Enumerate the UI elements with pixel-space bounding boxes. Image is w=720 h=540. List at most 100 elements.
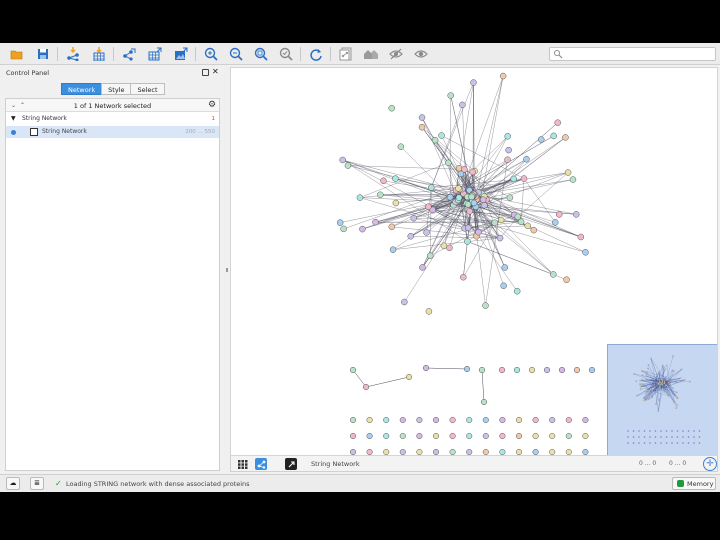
network-node[interactable]: [466, 416, 473, 424]
network-collection-row[interactable]: ▼ String Network 1: [6, 113, 219, 125]
network-node[interactable]: [447, 92, 454, 99]
cloud-icon[interactable]: ☁: [6, 477, 20, 490]
network-node[interactable]: [470, 199, 478, 207]
network-node[interactable]: [445, 159, 452, 167]
refresh-icon[interactable]: [307, 45, 325, 63]
memory-button[interactable]: Memory: [672, 477, 716, 490]
network-node[interactable]: [440, 242, 448, 250]
network-node[interactable]: [383, 432, 390, 440]
network-node[interactable]: [349, 448, 357, 455]
network-node[interactable]: [407, 233, 414, 240]
network-node[interactable]: [399, 416, 406, 424]
network-node[interactable]: [499, 416, 506, 424]
network-node[interactable]: [504, 133, 511, 140]
zoom-fit-icon[interactable]: [252, 45, 270, 63]
network-node[interactable]: [349, 432, 357, 440]
network-node[interactable]: [499, 448, 506, 455]
network-node[interactable]: [565, 432, 572, 440]
close-panel-icon[interactable]: ✕: [212, 67, 219, 76]
network-node[interactable]: [482, 302, 489, 309]
network-node[interactable]: [506, 194, 514, 201]
network-node[interactable]: [481, 201, 488, 209]
network-node[interactable]: [501, 264, 509, 271]
network-node[interactable]: [392, 199, 400, 207]
export-table-icon[interactable]: [146, 45, 164, 63]
network-node[interactable]: [449, 448, 456, 455]
detach-view-icon[interactable]: [285, 458, 297, 470]
network-node[interactable]: [463, 365, 471, 373]
network-node[interactable]: [552, 219, 559, 226]
float-panel-icon[interactable]: [202, 69, 209, 76]
network-node[interactable]: [513, 366, 521, 374]
network-node[interactable]: [550, 132, 557, 140]
network-node[interactable]: [383, 448, 390, 455]
network-node[interactable]: [455, 165, 463, 172]
network-node[interactable]: [555, 211, 563, 218]
network-node[interactable]: [496, 234, 504, 242]
network-node[interactable]: [499, 432, 506, 440]
network-node[interactable]: [399, 432, 406, 440]
tab-network[interactable]: Network: [61, 83, 103, 95]
network-node[interactable]: [464, 238, 471, 245]
network-node[interactable]: [505, 146, 512, 154]
network-node[interactable]: [482, 416, 489, 424]
network-node[interactable]: [449, 432, 456, 440]
network-node[interactable]: [532, 448, 539, 455]
network-node[interactable]: [432, 448, 440, 455]
network-node[interactable]: [515, 448, 523, 455]
network-node[interactable]: [572, 211, 580, 218]
tab-select[interactable]: Select: [130, 83, 165, 95]
network-node[interactable]: [446, 193, 454, 201]
network-node[interactable]: [475, 228, 482, 236]
gear-icon[interactable]: ⚙: [208, 100, 216, 110]
network-node[interactable]: [573, 366, 581, 374]
network-node[interactable]: [524, 222, 532, 230]
network-node[interactable]: [562, 134, 569, 141]
network-node[interactable]: [498, 366, 506, 374]
network-node[interactable]: [491, 219, 499, 226]
network-node[interactable]: [388, 104, 395, 112]
tab-style[interactable]: Style: [101, 83, 132, 95]
network-node[interactable]: [399, 448, 406, 455]
network-node[interactable]: [504, 156, 511, 164]
network-node[interactable]: [366, 448, 373, 455]
network-node[interactable]: [455, 185, 462, 192]
network-node[interactable]: [517, 218, 525, 226]
network-node[interactable]: [389, 246, 397, 253]
network-node[interactable]: [469, 168, 476, 176]
network-node[interactable]: [356, 194, 364, 201]
network-node[interactable]: [480, 398, 488, 406]
network-node[interactable]: [482, 432, 489, 440]
network-node[interactable]: [588, 366, 596, 374]
network-view-icon[interactable]: [255, 458, 267, 470]
network-node[interactable]: [563, 276, 570, 283]
network-node[interactable]: [497, 216, 505, 224]
network-node[interactable]: [362, 383, 370, 391]
zoom-out-icon[interactable]: [227, 45, 245, 63]
network-node[interactable]: [569, 176, 577, 183]
search-box[interactable]: [549, 47, 716, 61]
network-node[interactable]: [425, 308, 433, 315]
task-list-icon[interactable]: ≣: [30, 477, 44, 490]
save-icon[interactable]: [34, 45, 52, 63]
network-node[interactable]: [466, 208, 473, 215]
network-node[interactable]: [438, 132, 445, 139]
hide-selected-icon[interactable]: [387, 45, 405, 63]
network-node[interactable]: [419, 264, 426, 271]
new-network-from-selection-icon[interactable]: [337, 45, 355, 63]
network-node[interactable]: [455, 194, 463, 201]
network-node[interactable]: [418, 114, 426, 121]
network-node[interactable]: [499, 72, 507, 80]
export-network-icon[interactable]: [120, 45, 138, 63]
network-node[interactable]: [549, 416, 556, 424]
network-node[interactable]: [372, 218, 379, 226]
network-node[interactable]: [397, 143, 405, 150]
network-node[interactable]: [392, 175, 399, 182]
network-node[interactable]: [459, 101, 466, 109]
network-node[interactable]: [582, 416, 589, 424]
fit-view-icon[interactable]: ✛: [703, 457, 717, 471]
network-node[interactable]: [461, 166, 468, 173]
status-message[interactable]: Loading STRING network with dense associ…: [66, 480, 250, 488]
network-node[interactable]: [416, 416, 423, 424]
show-all-icon[interactable]: [412, 45, 430, 63]
